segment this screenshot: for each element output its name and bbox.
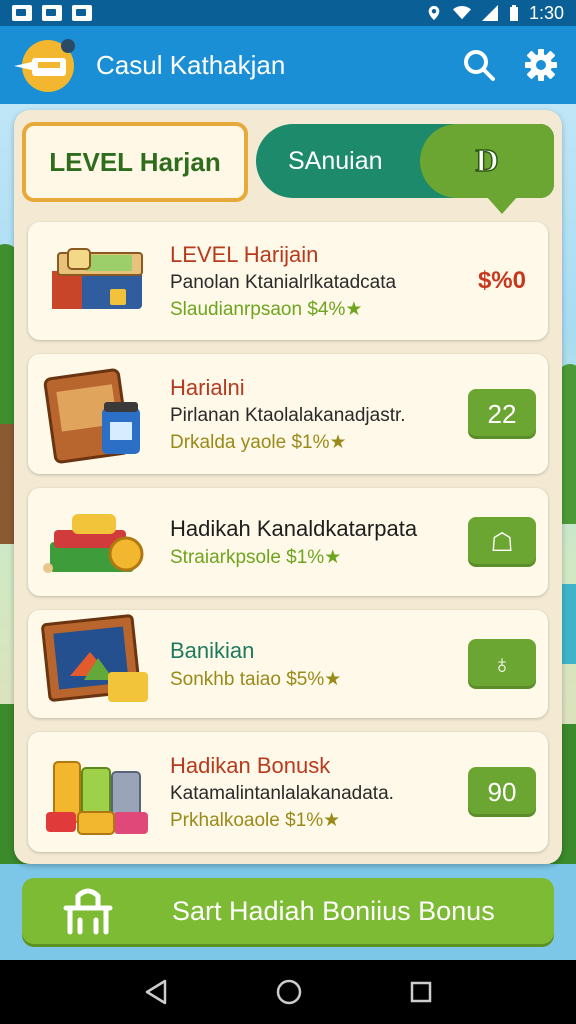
back-icon[interactable] <box>143 978 169 1006</box>
notification-icon <box>12 5 32 21</box>
tab-badge: D <box>420 124 554 198</box>
list-item[interactable]: Banikian Sonkhb taiao $5%★ ♁ <box>28 610 548 718</box>
home-icon[interactable] <box>275 978 303 1006</box>
book-stack-icon <box>40 231 158 331</box>
item-action-button[interactable]: 22 <box>468 389 536 439</box>
wifi-icon <box>452 5 471 20</box>
tab-second[interactable]: SAnuian D <box>256 124 554 198</box>
item-price: $%0 <box>477 267 526 294</box>
gift-stack-icon <box>40 492 158 592</box>
item-reward: Straiarkpsole $1%★ <box>170 546 342 568</box>
app-notification-icon <box>72 5 92 21</box>
item-reward: Prkhalkoaole $1%★ <box>170 809 341 831</box>
tab-second-label: SAnuian <box>288 146 383 175</box>
gift-icon <box>63 888 113 935</box>
recents-icon[interactable] <box>409 980 433 1004</box>
list-item[interactable]: Hadikah Kanaldkatarpata Straiarkpsole $1… <box>28 488 548 596</box>
item-action-button[interactable]: ♁ <box>468 639 536 689</box>
clock: 1:30 <box>528 2 564 23</box>
tab-pointer <box>486 196 518 214</box>
start-bonus-label: Sart Hadiah Boniius Bonus <box>172 895 495 926</box>
item-title: Hadikah Kanaldkatarpata <box>170 515 418 541</box>
list-item[interactable]: Hadikan Bonusk Katamalintanlalakanadata.… <box>28 732 548 852</box>
item-title: Banikian <box>170 637 255 663</box>
battery-icon <box>509 5 518 21</box>
item-title: Hadikan Bonusk <box>170 752 331 778</box>
reward-list: LEVEL Harijain Panolan Ktanialrlkatadcat… <box>28 222 548 866</box>
logo-icon[interactable] <box>12 36 78 94</box>
item-reward: Drkalda yaole $1%★ <box>170 431 347 453</box>
location-icon <box>428 5 440 21</box>
settings-button[interactable] <box>518 42 564 88</box>
item-reward: Sonkhb taiao $5%★ <box>170 668 342 690</box>
search-button[interactable] <box>456 42 502 88</box>
image-notification-icon <box>42 5 62 21</box>
app-bar: Casul Kathakjan <box>0 26 576 104</box>
tab-bar: LEVEL Harjan SAnuian D <box>22 122 554 214</box>
item-desc: Panolan Ktanialrlkatadcata <box>170 271 397 293</box>
board-game-icon <box>40 614 158 714</box>
status-bar: 1:30 <box>0 0 576 26</box>
badge-logo-icon: D <box>475 141 500 179</box>
item-desc: Pirlanan Ktaolalakanadjastr. <box>170 404 406 426</box>
app-title: Casul Kathakjan <box>96 49 286 80</box>
coin-stack-icon <box>40 742 158 842</box>
list-item[interactable]: LEVEL Harijain Panolan Ktanialrlkatadcat… <box>28 222 548 340</box>
start-bonus-button[interactable]: Sart Hadiah Boniius Bonus <box>22 878 554 944</box>
tab-level[interactable]: LEVEL Harjan <box>22 122 248 202</box>
gear-icon <box>525 49 557 81</box>
system-nav-bar <box>0 960 576 1024</box>
item-title: Harialni <box>170 374 245 400</box>
list-item[interactable]: Harialni Pirlanan Ktaolalakanadjastr. Dr… <box>28 354 548 474</box>
signal-icon <box>481 5 498 21</box>
item-title: LEVEL Harijain <box>170 241 319 267</box>
svg-text:D: D <box>475 142 498 178</box>
scroll-card-icon <box>40 364 158 464</box>
item-reward: Slaudianrpsaon $4%★ <box>170 298 363 320</box>
item-action-button[interactable]: 90 <box>468 767 536 817</box>
item-desc: Katamalintanlalakanadata. <box>170 782 394 804</box>
item-action-button[interactable]: ☖ <box>468 517 536 567</box>
search-icon <box>464 50 495 81</box>
